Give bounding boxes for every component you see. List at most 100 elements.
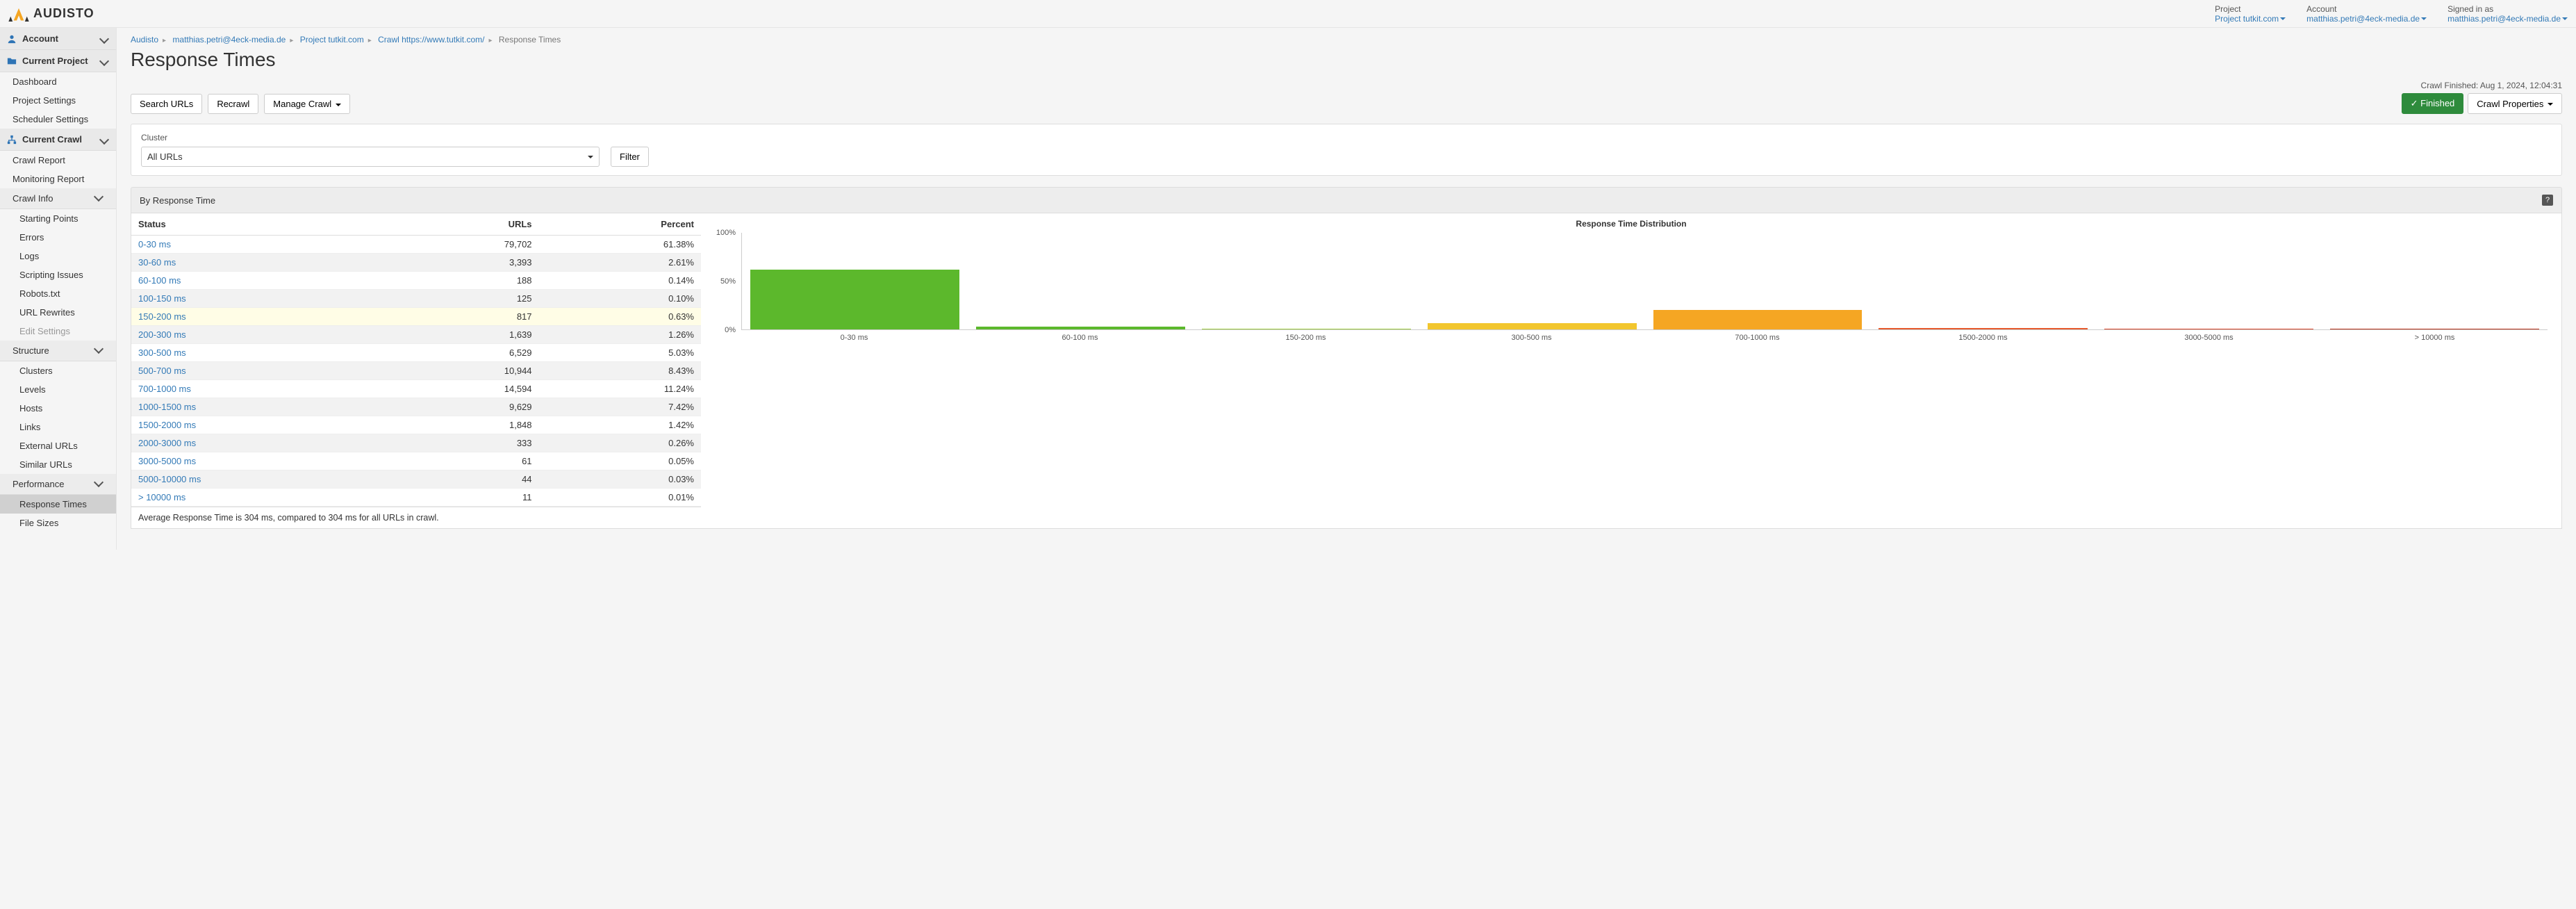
- x-tick-label: 700-1000 ms: [1644, 334, 1870, 342]
- chart-bar[interactable]: [1879, 328, 2088, 329]
- sidebar-item-hosts[interactable]: Hosts: [0, 399, 116, 418]
- sidebar-sub-crawl-info[interactable]: Crawl Info: [0, 188, 116, 209]
- search-urls-button[interactable]: Search URLs: [131, 94, 202, 114]
- brand-text: AUDISTO: [33, 6, 94, 21]
- crawl-properties-button[interactable]: Crawl Properties: [2468, 93, 2562, 114]
- sidebar-item-external[interactable]: External URLs: [0, 436, 116, 455]
- chart-title: Response Time Distribution: [715, 219, 2548, 229]
- chevron-down-icon: [99, 134, 109, 144]
- cluster-select[interactable]: All URLs: [141, 147, 600, 167]
- status-link[interactable]: 500-700 ms: [138, 366, 186, 376]
- sidebar-item-starting-points[interactable]: Starting Points: [0, 209, 116, 228]
- sidebar-item-clusters[interactable]: Clusters: [0, 361, 116, 380]
- help-icon[interactable]: ?: [2542, 195, 2553, 206]
- cell-percent: 61.38%: [539, 236, 701, 254]
- sidebar-item-errors[interactable]: Errors: [0, 228, 116, 247]
- sidebar-item-crawl-report[interactable]: Crawl Report: [0, 151, 116, 170]
- status-link[interactable]: 200-300 ms: [138, 329, 186, 340]
- sidebar-item-monitoring[interactable]: Monitoring Report: [0, 170, 116, 188]
- cell-percent: 7.42%: [539, 398, 701, 416]
- sidebar-item-rewrites[interactable]: URL Rewrites: [0, 303, 116, 322]
- sidebar-item-links[interactable]: Links: [0, 418, 116, 436]
- table-row: 100-150 ms 1250.10%: [131, 290, 701, 308]
- status-link[interactable]: 60-100 ms: [138, 275, 181, 286]
- breadcrumb-2[interactable]: Project tutkit.com: [300, 35, 364, 44]
- filter-button[interactable]: Filter: [611, 147, 649, 167]
- page-title: Response Times: [131, 49, 2562, 71]
- breadcrumb-3[interactable]: Crawl https://www.tutkit.com/: [378, 35, 484, 44]
- sidebar-item-scripting[interactable]: Scripting Issues: [0, 265, 116, 284]
- table-row: 1000-1500 ms9,6297.42%: [131, 398, 701, 416]
- cluster-label: Cluster: [141, 133, 2552, 142]
- status-link[interactable]: 300-500 ms: [138, 347, 186, 358]
- sidebar-sub-performance[interactable]: Performance: [0, 474, 116, 495]
- topbar-right: Project Project tutkit.com Account matth…: [2215, 4, 2568, 24]
- folder-icon: [7, 56, 17, 66]
- chart-bar[interactable]: [976, 327, 1185, 329]
- status-link[interactable]: 0-30 ms: [138, 239, 171, 249]
- sidebar-section-project[interactable]: Current Project: [0, 50, 116, 72]
- status-link[interactable]: 3000-5000 ms: [138, 456, 196, 466]
- sidebar-section-account[interactable]: Account: [0, 28, 116, 50]
- table-row: 150-200 ms8170.63%: [131, 308, 701, 326]
- topbar-project[interactable]: Project Project tutkit.com: [2215, 4, 2286, 24]
- sidebar-item-logs[interactable]: Logs: [0, 247, 116, 265]
- table-row: 500-700 ms10,9448.43%: [131, 362, 701, 380]
- cell-percent: 0.63%: [539, 308, 701, 326]
- status-link[interactable]: 150-200 ms: [138, 311, 186, 322]
- caret-down-icon: [588, 156, 593, 158]
- x-tick-label: 300-500 ms: [1419, 334, 1644, 342]
- chevron-down-icon: [99, 33, 109, 43]
- status-link[interactable]: 1500-2000 ms: [138, 420, 196, 430]
- status-link[interactable]: 2000-3000 ms: [138, 438, 196, 448]
- x-tick-label: 150-200 ms: [1193, 334, 1419, 342]
- manage-crawl-button[interactable]: Manage Crawl: [264, 94, 349, 114]
- sidebar-sub-structure[interactable]: Structure: [0, 341, 116, 361]
- x-tick-label: > 10000 ms: [2322, 334, 2548, 342]
- table-row: 5000-10000 ms440.03%: [131, 470, 701, 489]
- sidebar-item-file-sizes[interactable]: File Sizes: [0, 514, 116, 532]
- brand[interactable]: AUDISTO: [8, 6, 94, 22]
- cell-urls: 125: [395, 290, 538, 308]
- finished-badge[interactable]: Finished: [2402, 93, 2464, 114]
- cell-percent: 0.01%: [539, 489, 701, 507]
- breadcrumb: Audisto▸ matthias.petri@4eck-media.de▸ P…: [131, 35, 2562, 44]
- chart-bar[interactable]: [750, 270, 959, 329]
- cell-urls: 79,702: [395, 236, 538, 254]
- sidebar-item-project-settings[interactable]: Project Settings: [0, 91, 116, 110]
- sidebar-item-response-times[interactable]: Response Times: [0, 495, 116, 514]
- sidebar-section-crawl[interactable]: Current Crawl: [0, 129, 116, 151]
- cell-percent: 5.03%: [539, 344, 701, 362]
- cell-urls: 188: [395, 272, 538, 290]
- status-link[interactable]: 30-60 ms: [138, 257, 176, 268]
- caret-down-icon: [2562, 17, 2568, 20]
- sidebar-item-dashboard[interactable]: Dashboard: [0, 72, 116, 91]
- cell-percent: 0.14%: [539, 272, 701, 290]
- breadcrumb-0[interactable]: Audisto: [131, 35, 158, 44]
- status-link[interactable]: 1000-1500 ms: [138, 402, 196, 412]
- table-row: 1500-2000 ms1,8481.42%: [131, 416, 701, 434]
- cell-percent: 0.10%: [539, 290, 701, 308]
- sidebar-item-robots[interactable]: Robots.txt: [0, 284, 116, 303]
- chart-bar[interactable]: [1428, 323, 1637, 329]
- chart-bar[interactable]: [1653, 310, 1863, 329]
- breadcrumb-1[interactable]: matthias.petri@4eck-media.de: [172, 35, 286, 44]
- cell-percent: 1.42%: [539, 416, 701, 434]
- audisto-logo-icon: [8, 6, 29, 22]
- topbar-user[interactable]: Signed in as matthias.petri@4eck-media.d…: [2447, 4, 2568, 24]
- cell-percent: 8.43%: [539, 362, 701, 380]
- cell-percent: 1.26%: [539, 326, 701, 344]
- sidebar-item-similar[interactable]: Similar URLs: [0, 455, 116, 474]
- recrawl-button[interactable]: Recrawl: [208, 94, 258, 114]
- cell-percent: 2.61%: [539, 254, 701, 272]
- status-link[interactable]: 700-1000 ms: [138, 384, 191, 394]
- topbar-account[interactable]: Account matthias.petri@4eck-media.de: [2306, 4, 2427, 24]
- status-link[interactable]: > 10000 ms: [138, 492, 185, 502]
- status-link[interactable]: 100-150 ms: [138, 293, 186, 304]
- status-link[interactable]: 5000-10000 ms: [138, 474, 201, 484]
- y-tick-label: 100%: [716, 229, 736, 237]
- sidebar-item-scheduler[interactable]: Scheduler Settings: [0, 110, 116, 129]
- table-row: > 10000 ms110.01%: [131, 489, 701, 507]
- sidebar-item-levels[interactable]: Levels: [0, 380, 116, 399]
- x-tick-label: 0-30 ms: [741, 334, 967, 342]
